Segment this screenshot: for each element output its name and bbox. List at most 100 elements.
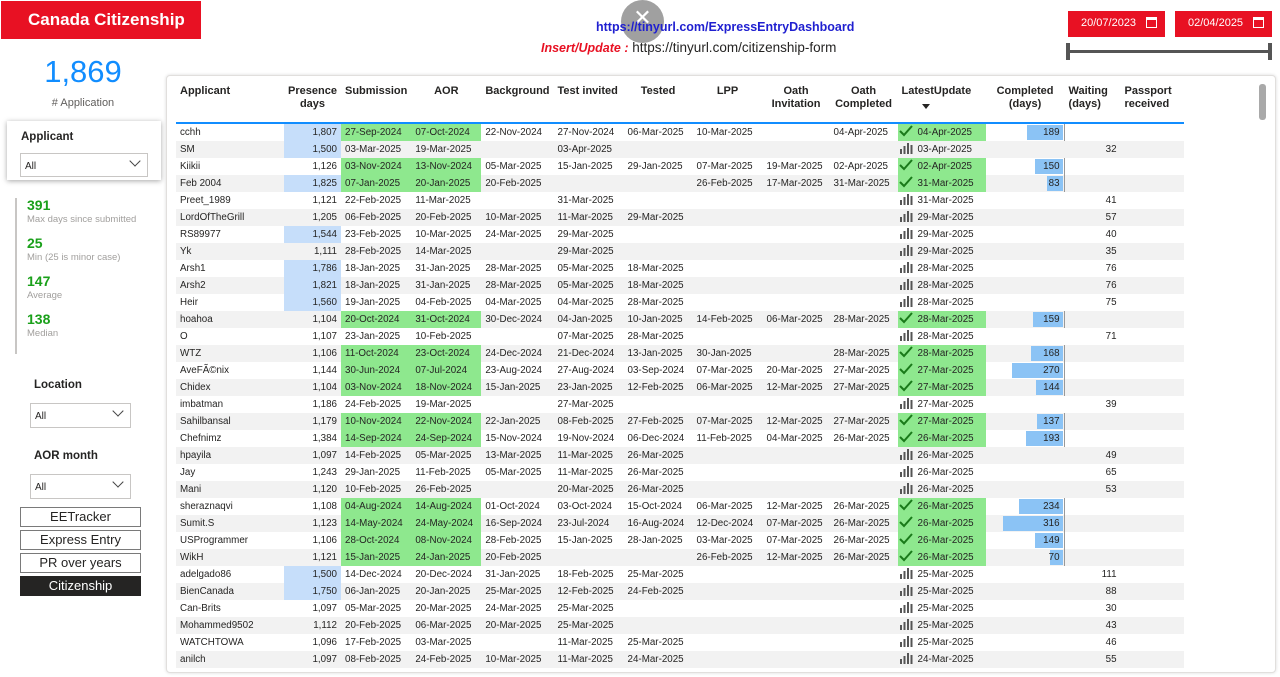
slider-handle-end[interactable] [1268, 43, 1272, 60]
nav-pr-over-years-button[interactable]: PR over years [20, 553, 141, 573]
presence-days-cell: 1,123 [284, 515, 341, 532]
table-row[interactable]: Feb 2004 1,825 07-Jan-2025 20-Jan-2025 20-Fe… [176, 175, 1184, 192]
nav-eetracker-button[interactable]: EETracker [20, 507, 141, 527]
table-row[interactable]: Mohammed9502 1,112 20-Feb-2025 06-Mar-2025 2… [176, 617, 1184, 634]
column-header[interactable]: AOR [411, 83, 482, 124]
column-header[interactable]: Oath Invitation [762, 83, 830, 124]
calendar-icon[interactable] [1253, 17, 1264, 28]
applicant-cell: anilch [176, 651, 284, 668]
latest-update-value: 31-Mar-2025 [917, 178, 974, 189]
table-row[interactable]: Sumit.S 1,123 14-May-2024 24-May-2024 16-Sep… [176, 515, 1184, 532]
latest-update-cell: 25-Mar-2025 [897, 617, 986, 634]
table-row[interactable]: hoahoa 1,104 20-Oct-2024 31-Oct-2024 30-Dec-… [176, 311, 1184, 328]
oath-invitation-cell: 12-Mar-2025 [762, 379, 830, 396]
tested-cell: 03-Sep-2024 [627, 365, 685, 376]
waiting-days-cell [1064, 345, 1121, 362]
presence-days-cell: 1,106 [312, 535, 337, 546]
table-row[interactable]: SM 1,500 03-Mar-2025 19-Mar-2025 03-Apr-2025… [176, 141, 1184, 158]
table-row[interactable]: cchh 1,807 27-Sep-2024 07-Oct-2024 22-Nov-20… [176, 123, 1184, 141]
table-row[interactable]: WikH 1,121 15-Jan-2025 24-Jan-2025 20-Feb-20… [176, 549, 1184, 566]
stat-average-label: Average [27, 290, 63, 301]
column-header[interactable]: Presence days [284, 83, 341, 124]
oath-completed-cell: 26-Mar-2025 [829, 549, 898, 566]
table-row[interactable]: hpayila 1,097 14-Feb-2025 05-Mar-2025 13-Mar… [176, 447, 1184, 464]
latest-update-cell: 27-Mar-2025 [897, 362, 986, 379]
waiting-days-cell [1065, 430, 1121, 447]
table-row[interactable]: Chidex 1,104 03-Nov-2024 18-Nov-2024 15-Jan-… [176, 379, 1184, 396]
column-header[interactable]: Test invited [553, 83, 624, 124]
column-header[interactable]: Applicant [176, 83, 284, 124]
table-row[interactable]: RS89977 1,544 23-Feb-2025 10-Mar-2025 24-Mar… [176, 226, 1184, 243]
location-dropdown[interactable]: All [30, 403, 131, 428]
oath-completed-cell: 26-Mar-2025 [833, 433, 890, 444]
form-link[interactable]: https://tinyurl.com/citizenship-form [632, 40, 836, 55]
table-row[interactable]: Mani 1,120 10-Feb-2025 26-Feb-2025 20-Mar-20… [176, 481, 1184, 498]
dashboard-link[interactable]: https://tinyurl.com/ExpressEntryDashboar… [596, 20, 854, 34]
date-from-input[interactable]: 20/07/2023 [1068, 11, 1165, 37]
table-row[interactable]: O 1,107 23-Jan-2025 10-Feb-2025 07-Mar-2025 2… [176, 328, 1184, 345]
table-row[interactable]: AveFÃ©nix 1,144 30-Jun-2024 07-Jul-2024 23-A… [176, 362, 1184, 379]
table-row[interactable]: Jay 1,243 29-Jan-2025 11-Feb-2025 05-Mar-202… [176, 464, 1184, 481]
latest-update-value: 28-Mar-2025 [917, 331, 974, 342]
table-row[interactable]: adelgado86 1,500 14-Dec-2024 20-Dec-2024 31-… [176, 566, 1184, 583]
completed-days-cell [986, 294, 1065, 311]
oath-invitation-cell [762, 243, 830, 260]
table-scrollbar[interactable] [1259, 84, 1266, 120]
table-row[interactable]: LordOfTheGrill 1,205 06-Feb-2025 20-Feb-202… [176, 209, 1184, 226]
oath-completed-cell [829, 277, 898, 294]
calendar-icon[interactable] [1146, 17, 1157, 28]
column-header[interactable]: Completed (days) [985, 83, 1065, 124]
table-row[interactable]: sheraznaqvi 1,108 04-Aug-2024 14-Aug-2024 01… [176, 498, 1184, 515]
column-header[interactable]: Oath Completed [829, 83, 898, 124]
table-row[interactable]: Arsh1 1,786 18-Jan-2025 31-Jan-2025 28-Mar-2… [176, 260, 1184, 277]
column-header[interactable]: LPP [692, 83, 763, 124]
latest-update-cell: 31-Mar-2025 [897, 175, 986, 192]
nav-express-entry-button[interactable]: Express Entry [20, 530, 141, 550]
aor-cell: 20-Jan-2025 [411, 175, 482, 192]
oath-completed-cell [829, 141, 898, 158]
table-row[interactable]: Sahilbansal 1,179 10-Nov-2024 22-Nov-2024 22… [176, 413, 1184, 430]
table-row[interactable]: USProgrammer 1,106 28-Oct-2024 08-Nov-2024 2… [176, 532, 1184, 549]
table-row[interactable]: Yk 1,111 28-Feb-2025 14-Mar-2025 29-Mar-2025… [176, 243, 1184, 260]
table-row[interactable]: Preet_1989 1,121 22-Feb-2025 11-Mar-2025 31-… [176, 192, 1184, 209]
slider-handle-start[interactable] [1066, 43, 1070, 60]
lpp-cell: 30-Jan-2025 [692, 345, 763, 362]
bar-baseline [1063, 498, 1065, 515]
table-row[interactable]: Can-Brits 1,097 05-Mar-2025 20-Mar-2025 24-M… [176, 600, 1184, 617]
background-cell [481, 396, 553, 413]
table-row[interactable]: Arsh2 1,821 18-Jan-2025 31-Jan-2025 28-Mar-2… [176, 277, 1184, 294]
bar-baseline [1063, 549, 1065, 566]
table-row[interactable]: Heir 1,560 19-Jan-2025 04-Feb-2025 04-Mar-20… [176, 294, 1184, 311]
date-to-value: 02/04/2025 [1188, 17, 1244, 29]
table-row[interactable]: WATCHTOWA 1,096 17-Feb-2025 03-Mar-2025 11-M… [176, 634, 1184, 651]
table-row[interactable]: BienCanada 1,750 06-Jan-2025 20-Jan-2025 25-… [176, 583, 1184, 600]
sort-descending-icon[interactable] [921, 104, 930, 109]
test-invited-cell: 04-Mar-2025 [557, 297, 614, 308]
table-row[interactable]: imbatman 1,186 24-Feb-2025 19-Mar-2025 27-Ma… [176, 396, 1184, 413]
oath-invitation-cell [762, 141, 830, 158]
table-row[interactable]: anilch 1,097 08-Feb-2025 24-Feb-2025 10-Mar-… [176, 651, 1184, 668]
aor-month-dropdown[interactable]: All [30, 474, 131, 499]
applicant-dropdown[interactable]: All [20, 153, 148, 177]
table-row[interactable]: WTZ 1,106 11-Oct-2024 23-Oct-2024 24-Dec-202… [176, 345, 1184, 362]
oath-invitation-cell: 17-Mar-2025 [762, 175, 830, 192]
column-header[interactable]: Passport received [1120, 83, 1184, 124]
lpp-cell [692, 141, 763, 158]
stat-median-value: 138 [27, 311, 51, 327]
column-header[interactable]: Background [481, 83, 554, 124]
nav-citizenship-button[interactable]: Citizenship [20, 576, 141, 596]
date-range-slider[interactable] [1068, 50, 1270, 53]
date-to-input[interactable]: 02/04/2025 [1175, 11, 1272, 37]
column-header[interactable]: Waiting (days) [1064, 83, 1121, 124]
table-row[interactable]: Chefnimz 1,384 14-Sep-2024 24-Sep-2024 15-No… [176, 430, 1184, 447]
test-invited-cell: 27-Mar-2025 [557, 399, 614, 410]
column-header[interactable]: Tested [623, 83, 693, 124]
column-header[interactable]: LatestUpdate [897, 83, 986, 124]
column-header[interactable]: Submission [341, 83, 412, 124]
test-invited-cell: 05-Mar-2025 [553, 277, 624, 294]
latest-update-cell: 28-Mar-2025 [898, 294, 986, 311]
background-cell [481, 328, 553, 345]
table-row[interactable]: Kiikii 1,126 03-Nov-2024 13-Nov-2024 05-Mar-… [176, 158, 1184, 175]
oath-invitation-cell: 04-Mar-2025 [766, 433, 823, 444]
oath-completed-cell [829, 481, 898, 498]
